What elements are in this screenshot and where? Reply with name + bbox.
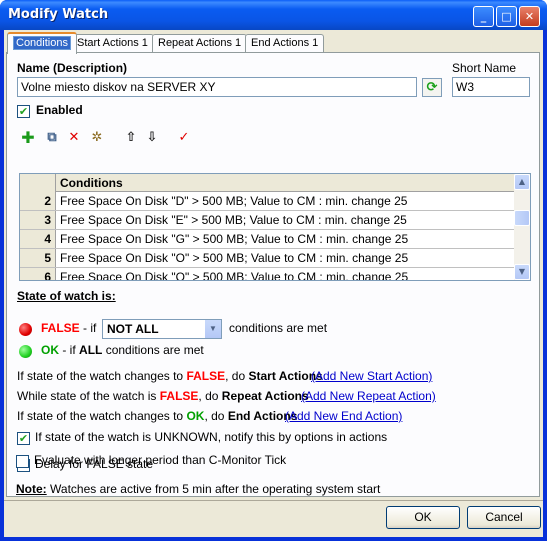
- table-row[interactable]: 2 Free Space On Disk "D" > 500 MB; Value…: [20, 192, 515, 211]
- longer-period-label: Evaluate with longer period than C-Monit…: [34, 453, 287, 467]
- conditions-met-label: conditions are met: [229, 321, 328, 335]
- cancel-button[interactable]: Cancel: [467, 506, 541, 529]
- grid-scrollbar[interactable]: ▲ ▼: [514, 174, 530, 280]
- name-input[interactable]: Volne miesto diskov na SERVER XY: [17, 77, 417, 97]
- row-condition: Free Space On Disk "E" > 500 MB; Value t…: [60, 213, 407, 227]
- add-start-action-link[interactable]: (Add New Start Action): [311, 369, 432, 383]
- close-icon[interactable]: ✕: [519, 6, 540, 27]
- name-label: Name (Description): [17, 61, 128, 75]
- modify-watch-window: Modify Watch _ □ ✕ Conditions Start Acti…: [0, 0, 547, 541]
- add-icon[interactable]: ✚: [19, 129, 37, 147]
- delete-icon[interactable]: ✕: [65, 129, 83, 147]
- chevron-down-icon[interactable]: ▼: [204, 320, 221, 338]
- table-row[interactable]: 5 Free Space On Disk "O" > 500 MB; Value…: [20, 249, 515, 268]
- row-condition: Free Space On Disk "D" > 500 MB; Value t…: [60, 194, 408, 208]
- ok-status-icon: [19, 345, 32, 358]
- row-number: 6: [20, 268, 56, 280]
- state-heading: State of watch is:: [17, 289, 116, 303]
- condition-combo[interactable]: NOT ALL ▼: [102, 319, 222, 339]
- table-row[interactable]: 6 Free Space On Disk "Q" > 500 MB; Value…: [20, 268, 515, 281]
- scroll-down-icon[interactable]: ▼: [514, 264, 530, 280]
- row-number: 2: [20, 192, 56, 210]
- grid-header-conditions: Conditions: [60, 176, 123, 190]
- dialog-client: Conditions Start Actions 1 Repeat Action…: [4, 30, 543, 537]
- row-number: 5: [20, 249, 56, 267]
- start-actions-line: If state of the watch changes to FALSE, …: [17, 369, 323, 383]
- conditions-grid: Conditions 2 Free Space On Disk "D" > 50…: [19, 173, 531, 281]
- unknown-notify-checkbox[interactable]: ✔: [17, 432, 30, 445]
- short-name-label: Short Name: [452, 61, 517, 75]
- title-bar[interactable]: Modify Watch _ □ ✕: [0, 0, 547, 30]
- table-row[interactable]: 4 Free Space On Disk "G" > 500 MB; Value…: [20, 230, 515, 249]
- settings-icon[interactable]: ✲: [88, 129, 106, 147]
- end-actions-line: If state of the watch changes to OK, do …: [17, 409, 298, 423]
- scroll-thumb[interactable]: [514, 210, 530, 226]
- check-icon[interactable]: ✓: [175, 129, 193, 147]
- enabled-label: Enabled: [36, 103, 83, 117]
- ok-line: OK - if ALL conditions are met: [41, 343, 204, 357]
- tab-start-actions[interactable]: Start Actions 1: [71, 34, 154, 53]
- copy-icon[interactable]: ⧉: [43, 129, 61, 147]
- ok-button[interactable]: OK: [386, 506, 460, 529]
- tab-conditions[interactable]: Conditions: [7, 32, 77, 54]
- tab-repeat-actions[interactable]: Repeat Actions 1: [152, 34, 248, 53]
- false-state-word: FALSE: [41, 321, 80, 335]
- refresh-icon[interactable]: ⟳: [422, 78, 442, 97]
- minimize-icon[interactable]: _: [473, 6, 494, 27]
- row-condition: Free Space On Disk "O" > 500 MB; Value t…: [60, 251, 409, 265]
- false-status-icon: [19, 323, 32, 336]
- unknown-notify-label: If state of the watch is UNKNOWN, notify…: [35, 430, 388, 444]
- move-down-icon[interactable]: ⇩: [143, 129, 161, 147]
- window-title: Modify Watch: [8, 7, 109, 22]
- row-condition: Free Space On Disk "G" > 500 MB; Value t…: [60, 232, 409, 246]
- repeat-actions-line: While state of the watch is FALSE, do Re…: [17, 389, 309, 403]
- add-end-action-link[interactable]: (Add New End Action): [285, 409, 402, 423]
- false-if-label: - if: [83, 321, 97, 335]
- row-number: 4: [20, 230, 56, 248]
- grid-header: Conditions: [20, 174, 515, 192]
- row-condition: Free Space On Disk "Q" > 500 MB; Value t…: [60, 270, 409, 281]
- move-up-icon[interactable]: ⇧: [122, 129, 140, 147]
- grid-corner: [20, 174, 56, 192]
- note-line: Note: Watches are active from 5 min afte…: [16, 482, 381, 496]
- conditions-panel: Name (Description) Volne miesto diskov n…: [6, 52, 540, 497]
- table-row[interactable]: 3 Free Space On Disk "E" > 500 MB; Value…: [20, 211, 515, 230]
- add-repeat-action-link[interactable]: (Add New Repeat Action): [301, 389, 436, 403]
- row-number: 3: [20, 211, 56, 229]
- footer-divider: [4, 500, 543, 501]
- combo-value: NOT ALL: [107, 322, 159, 336]
- scroll-up-icon[interactable]: ▲: [514, 174, 530, 190]
- longer-period-checkbox[interactable]: [16, 455, 29, 468]
- enabled-checkbox[interactable]: ✔: [17, 105, 30, 118]
- maximize-icon[interactable]: □: [496, 6, 517, 27]
- short-name-input[interactable]: W3: [452, 77, 530, 97]
- tab-end-actions[interactable]: End Actions 1: [245, 34, 325, 53]
